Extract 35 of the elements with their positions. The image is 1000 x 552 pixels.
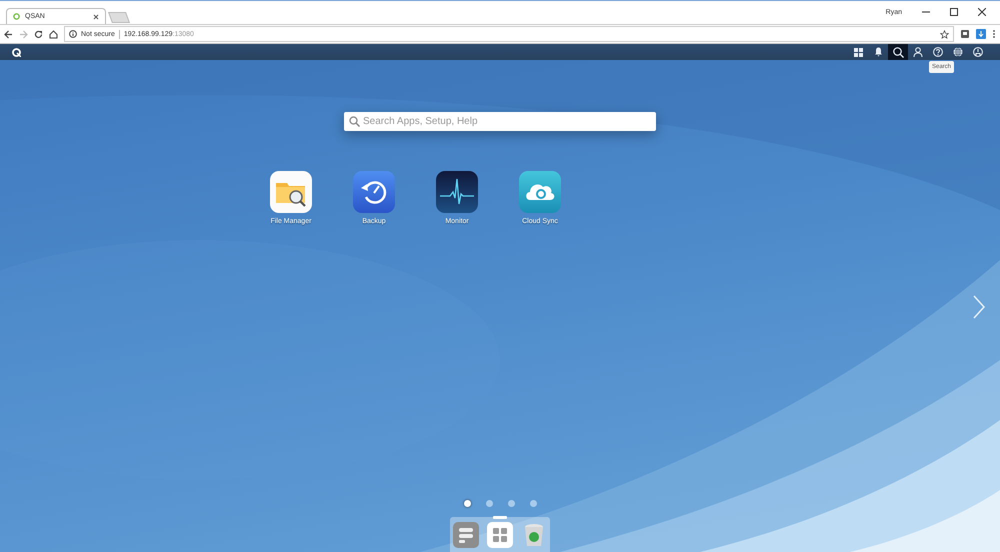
search-field[interactable]: Search Apps, Setup, Help [344, 112, 656, 131]
site-icon [13, 13, 20, 20]
dock-item[interactable] [487, 516, 513, 548]
page-dot[interactable] [508, 500, 514, 507]
back-icon[interactable] [4, 30, 13, 38]
logo-icon[interactable] [12, 48, 21, 56]
apps-icon [854, 48, 862, 56]
cloud-sync-icon [519, 171, 561, 213]
maximize-icon[interactable] [950, 8, 958, 16]
storage-icon [453, 522, 479, 548]
globe-icon [953, 47, 963, 57]
close-icon[interactable] [93, 14, 99, 20]
home-icon[interactable] [49, 30, 58, 38]
page-dot[interactable] [486, 500, 492, 507]
info-icon [69, 30, 77, 38]
gauge-icon [973, 47, 983, 57]
search-icon [349, 116, 360, 127]
extension-icon[interactable] [960, 29, 970, 39]
menu-icon[interactable] [992, 29, 996, 39]
apps-icon [487, 522, 513, 548]
page-dot[interactable] [530, 500, 536, 507]
search-icon [892, 46, 904, 58]
star-icon[interactable] [940, 30, 949, 38]
user-icon [913, 47, 923, 57]
bell-icon [874, 47, 882, 57]
download-icon[interactable] [976, 29, 986, 39]
toolbar-button[interactable] [888, 44, 908, 60]
page-dot[interactable] [464, 500, 470, 507]
folder-icon [270, 171, 312, 213]
close-icon[interactable] [978, 8, 986, 16]
recycle-bin-icon [523, 522, 545, 546]
heartbeat-icon [436, 171, 478, 213]
help-icon [933, 47, 943, 57]
backup-icon [353, 171, 395, 213]
reload-icon[interactable] [34, 30, 43, 38]
